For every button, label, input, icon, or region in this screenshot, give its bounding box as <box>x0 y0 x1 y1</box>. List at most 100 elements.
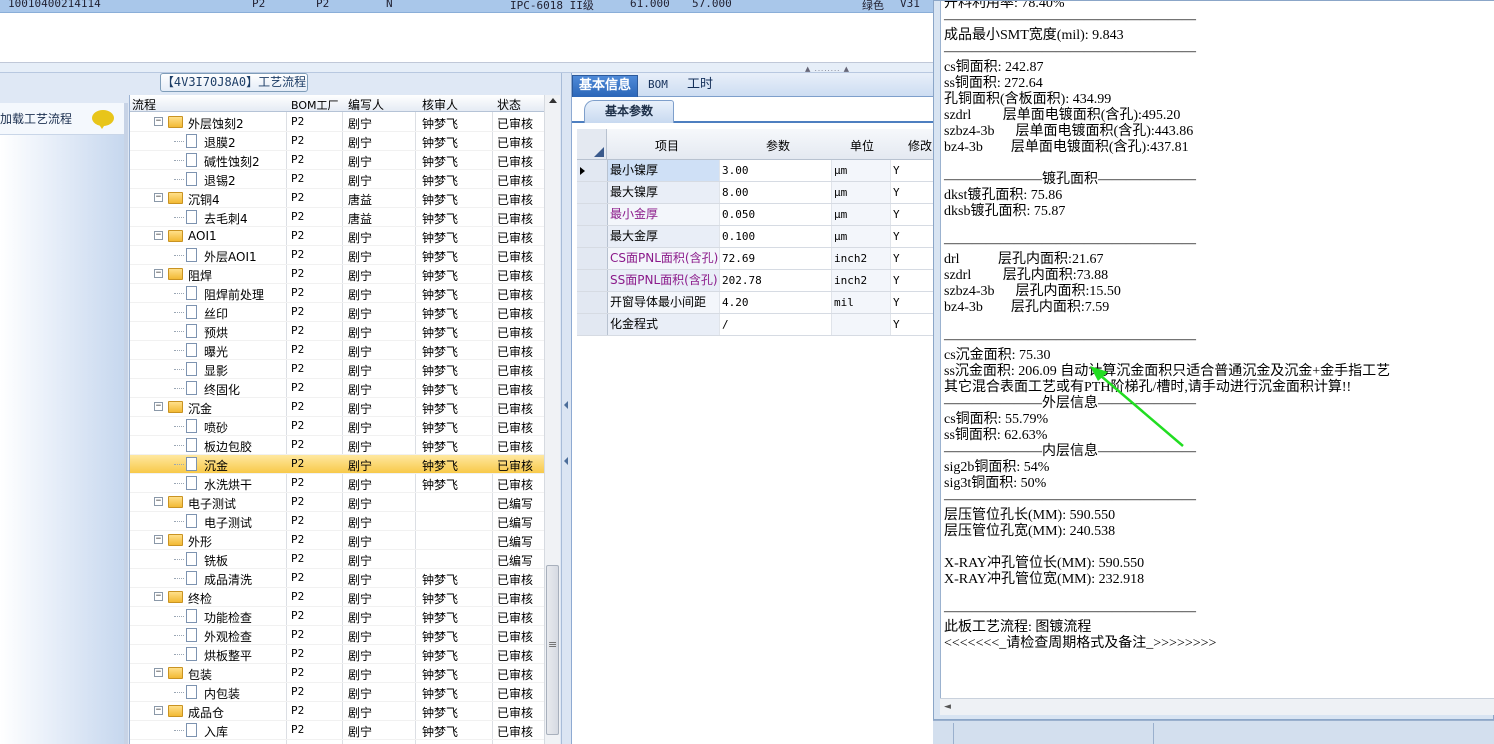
collapse-left-icon[interactable] <box>564 457 568 465</box>
collapse-toggle-icon[interactable]: − <box>154 231 163 240</box>
param-row[interactable]: CS面PNL面积(含孔) 72.69 inch2 Y <box>577 248 937 270</box>
tree-row[interactable]: 去毛刺4 P2 唐益 钟梦飞 已审核 <box>130 208 544 227</box>
tree-row[interactable]: 烘板整平 P2 剧宁 钟梦飞 已审核 <box>130 645 544 664</box>
tab-work-hours[interactable]: 工时 <box>681 75 719 97</box>
row-header[interactable] <box>577 182 608 203</box>
tree-row[interactable]: 显影 P2 剧宁 钟梦飞 已审核 <box>130 360 544 379</box>
row-header[interactable] <box>577 248 608 269</box>
collapse-toggle-icon[interactable]: − <box>154 592 163 601</box>
collapse-toggle-icon[interactable]: − <box>154 535 163 544</box>
tree-row[interactable]: − 阻焊 P2 剧宁 钟梦飞 已审核 <box>130 265 544 284</box>
param-row[interactable]: 最大金厚 0.100 μm Y <box>577 226 937 248</box>
tree-row-writer: 剧宁 <box>348 630 373 644</box>
scroll-up-arrow-icon[interactable] <box>549 98 557 103</box>
param-value-cell[interactable]: 202.78 <box>720 270 832 291</box>
tree-row[interactable]: − 沉金 P2 剧宁 钟梦飞 已审核 <box>130 398 544 417</box>
param-value-cell[interactable]: 8.00 <box>720 182 832 203</box>
side-pane-splitter[interactable] <box>124 103 128 744</box>
tree-row[interactable]: 退锡2 P2 剧宁 钟梦飞 已审核 <box>130 170 544 189</box>
param-row[interactable]: 最小金厚 0.050 μm Y <box>577 204 937 226</box>
document-icon <box>186 647 197 661</box>
col-header-unit[interactable]: 单位 <box>850 137 874 154</box>
tree-row[interactable]: − 外形 P2 剧宁 已编写 <box>130 531 544 550</box>
tree-row[interactable]: − 沉铜4 P2 唐益 钟梦飞 已审核 <box>130 189 544 208</box>
tree-row[interactable]: 碱性蚀刻2 P2 剧宁 钟梦飞 已审核 <box>130 151 544 170</box>
report-textbox[interactable]: 开料利用率: 78.40% —————————————————— 成品最小SMT宽度… <box>940 1 1494 698</box>
scroll-thumb[interactable] <box>546 565 559 735</box>
tree-row[interactable]: 电子测试 P2 剧宁 已编写 <box>130 512 544 531</box>
tree-row-reviewer: 钟梦飞 <box>422 573 459 587</box>
col-header-param[interactable]: 参数 <box>766 137 790 154</box>
tree-row[interactable]: 曝光 P2 剧宁 钟梦飞 已审核 <box>130 341 544 360</box>
tree-row[interactable]: − 成品仓 P2 剧宁 钟梦飞 已审核 <box>130 702 544 721</box>
tree-row-name: 退膜2 <box>204 136 236 150</box>
tree-row[interactable]: 丝印 P2 剧宁 钟梦飞 已审核 <box>130 303 544 322</box>
param-value-cell[interactable]: / <box>720 314 832 335</box>
row-header[interactable] <box>577 314 608 335</box>
param-value-cell[interactable]: 4.20 <box>720 292 832 313</box>
tree-row[interactable]: 成品清洗 P2 剧宁 钟梦飞 已审核 <box>130 569 544 588</box>
selected-order-row[interactable]: 10010400214114 P2 P2 N IPC-6018 II级 61.0… <box>0 0 935 13</box>
col-header-writer[interactable]: 编写人 <box>348 96 384 113</box>
tree-row[interactable]: − AOI1 P2 剧宁 钟梦飞 已审核 <box>130 227 544 246</box>
report-window: 开料利用率: 78.40% —————————————————— 成品最小SMT宽度… <box>933 0 1494 720</box>
collapse-toggle-icon[interactable]: − <box>154 497 163 506</box>
tree-row[interactable]: 沉金 P2 剧宁 钟梦飞 已审核 <box>130 455 544 474</box>
tree-row[interactable]: 水洗烘干 P2 剧宁 钟梦飞 已审核 <box>130 474 544 493</box>
collapse-toggle-icon[interactable]: − <box>154 402 163 411</box>
tree-row[interactable]: 铣板 P2 剧宁 已编写 <box>130 550 544 569</box>
col-header-bom[interactable]: BOM工厂 <box>291 97 339 113</box>
col-header-item[interactable]: 项目 <box>655 137 679 154</box>
tree-row[interactable]: 功能检查 P2 剧宁 钟梦飞 已审核 <box>130 607 544 626</box>
tree-row[interactable]: 终固化 P2 剧宁 钟梦飞 已审核 <box>130 379 544 398</box>
row-header[interactable] <box>577 226 608 247</box>
collapse-toggle-icon[interactable]: − <box>154 668 163 677</box>
document-icon <box>186 210 197 224</box>
tree-row[interactable]: − 终检 P2 剧宁 钟梦飞 已审核 <box>130 588 544 607</box>
splitter-grip-icon[interactable]: ▲ ........ ▲ <box>805 65 850 73</box>
col-header-flow[interactable]: 流程 <box>132 96 156 113</box>
tree-row[interactable]: 退膜2 P2 剧宁 钟梦飞 已审核 <box>130 132 544 151</box>
param-value-cell[interactable]: 0.100 <box>720 226 832 247</box>
tree-row[interactable]: − 包装 P2 剧宁 钟梦飞 已审核 <box>130 664 544 683</box>
tree-row[interactable]: 外层AOI1 P2 剧宁 钟梦飞 已审核 <box>130 246 544 265</box>
tree-row[interactable]: 入库 P2 剧宁 钟梦飞 已审核 <box>130 721 544 740</box>
current-row-indicator-icon[interactable] <box>577 160 608 181</box>
col-header-reviewer[interactable]: 核审人 <box>422 96 458 113</box>
collapse-toggle-icon[interactable]: − <box>154 117 163 126</box>
collapse-toggle-icon[interactable]: − <box>154 269 163 278</box>
collapse-toggle-icon[interactable]: − <box>154 193 163 202</box>
row-header[interactable] <box>577 270 608 291</box>
row-header[interactable] <box>577 292 608 313</box>
tree-row[interactable]: 阻焊前处理 P2 剧宁 钟梦飞 已审核 <box>130 284 544 303</box>
horizontal-splitter[interactable]: ▲ ........ ▲ <box>0 63 935 73</box>
tree-vertical-scrollbar[interactable] <box>544 95 560 744</box>
report-horizontal-scrollbar[interactable]: ◄ <box>940 698 1494 715</box>
col-header-status[interactable]: 状态 <box>497 96 521 113</box>
row-header[interactable] <box>577 204 608 225</box>
col-header-modify[interactable]: 修改 <box>908 137 932 154</box>
param-row[interactable]: SS面PNL面积(含孔) 202.78 inch2 Y <box>577 270 937 292</box>
collapse-toggle-icon[interactable]: − <box>154 706 163 715</box>
param-row[interactable]: 开窗导体最小间距 4.20 mil Y <box>577 292 937 314</box>
param-row[interactable]: 最小镍厚 3.00 μm Y <box>577 160 937 182</box>
load-process-button[interactable]: 加载工艺流程 <box>0 103 124 135</box>
tab-basic-info[interactable]: 基本信息 <box>572 75 639 97</box>
vertical-splitter[interactable] <box>561 73 571 744</box>
tree-row[interactable]: 外观检查 P2 剧宁 钟梦飞 已审核 <box>130 626 544 645</box>
tree-row[interactable]: 板边包胶 P2 剧宁 钟梦飞 已审核 <box>130 436 544 455</box>
tree-row[interactable]: − 电子测试 P2 剧宁 已编写 <box>130 493 544 512</box>
tree-row[interactable]: 预烘 P2 剧宁 钟梦飞 已审核 <box>130 322 544 341</box>
param-value-cell[interactable]: 3.00 <box>720 160 832 181</box>
tree-row[interactable]: 内包装 P2 剧宁 钟梦飞 已审核 <box>130 683 544 702</box>
tab-bom[interactable]: BOM <box>642 75 674 97</box>
tree-row[interactable]: − 外层蚀刻2 P2 剧宁 钟梦飞 已审核 <box>130 113 544 132</box>
subtab-basic-params[interactable]: 基本参数 <box>584 100 674 123</box>
param-value-cell[interactable]: 0.050 <box>720 204 832 225</box>
param-row[interactable]: 最大镍厚 8.00 μm Y <box>577 182 937 204</box>
tree-row[interactable]: 喷砂 P2 剧宁 钟梦飞 已审核 <box>130 417 544 436</box>
scroll-left-arrow-icon[interactable]: ◄ <box>944 702 951 712</box>
param-row[interactable]: 化金程式 / Y <box>577 314 937 336</box>
collapse-left-icon[interactable] <box>564 401 568 409</box>
param-value-cell[interactable]: 72.69 <box>720 248 832 269</box>
